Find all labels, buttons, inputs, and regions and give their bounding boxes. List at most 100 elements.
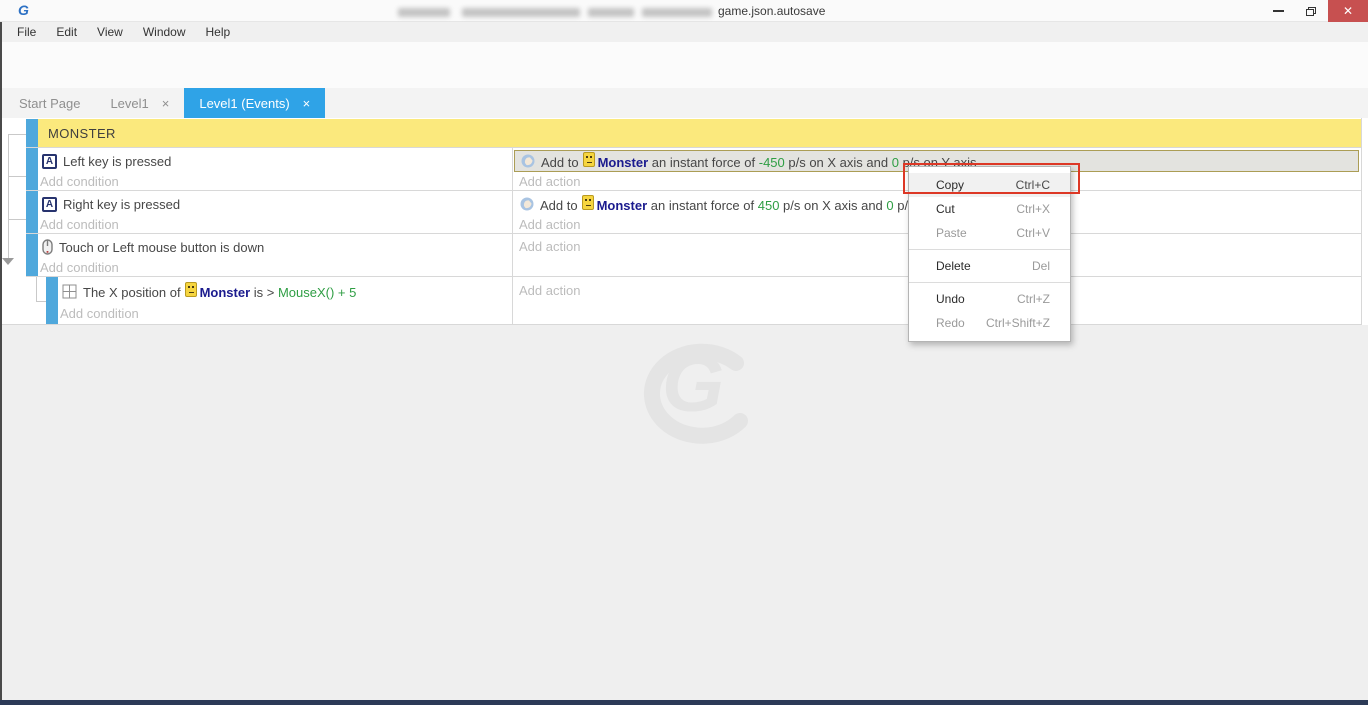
event-group-comment[interactable]: MONSTER — [38, 119, 1361, 147]
minimize-button[interactable] — [1262, 0, 1294, 22]
condition-row[interactable]: Touch or Left mouse button is down — [42, 236, 264, 258]
restore-button[interactable] — [1294, 0, 1328, 22]
condition-text: is > — [250, 285, 278, 300]
action-text: an instant force of — [648, 155, 759, 170]
action-text: Add to — [541, 155, 579, 170]
monster-object-icon — [185, 282, 197, 297]
close-button[interactable]: ✕ — [1328, 0, 1368, 22]
panel-right-border — [1361, 118, 1362, 325]
title-bar: G game.json.autosave ✕ — [0, 0, 1368, 22]
tab-level1-events[interactable]: Level1 (Events) × — [184, 88, 325, 118]
action-value: 0 — [892, 155, 899, 170]
menu-item-shortcut: Del — [1032, 259, 1050, 273]
redacted-title-text — [398, 8, 450, 17]
action-text: Add to — [540, 198, 578, 213]
tree-expand-arrow-icon[interactable] — [2, 258, 14, 265]
keyboard-key-icon: A — [42, 197, 57, 212]
row-divider — [26, 190, 1361, 191]
tab-label: Level1 (Events) — [199, 96, 289, 111]
event-color-bar[interactable] — [26, 191, 38, 233]
event-color-bar[interactable] — [26, 148, 38, 190]
action-text: an instant force of — [647, 198, 758, 213]
add-action-link[interactable]: Add action — [519, 239, 580, 254]
keyboard-key-icon: A — [42, 154, 57, 169]
context-menu-redo[interactable]: Redo Ctrl+Shift+Z — [909, 311, 1070, 335]
row-divider — [26, 233, 1361, 234]
window-left-edge — [0, 22, 2, 705]
column-divider — [512, 147, 513, 324]
event-color-bar[interactable] — [26, 119, 38, 147]
menu-item-label: Undo — [936, 292, 965, 306]
condition-row[interactable]: A Left key is pressed — [42, 150, 171, 172]
add-action-link[interactable]: Add action — [519, 174, 580, 189]
menu-item-shortcut: Ctrl+V — [1016, 226, 1050, 240]
condition-text: The X position of — [83, 285, 181, 300]
tab-level1[interactable]: Level1 × — [95, 88, 184, 118]
menu-item-label: Cut — [936, 202, 955, 216]
window-title: game.json.autosave — [718, 4, 825, 18]
event-color-bar[interactable] — [46, 277, 58, 324]
menu-file[interactable]: File — [7, 22, 46, 42]
condition-text: Left key is pressed — [63, 154, 171, 169]
svg-text:G: G — [662, 339, 724, 428]
monster-object-icon — [583, 152, 595, 167]
action-value: 450 — [758, 198, 780, 213]
tree-line — [8, 134, 9, 260]
tree-line — [36, 277, 37, 302]
row-divider — [26, 276, 1361, 277]
editor-background: G — [0, 325, 1368, 700]
object-name: Monster — [200, 285, 251, 300]
context-menu-paste[interactable]: Paste Ctrl+V — [909, 221, 1070, 245]
condition-text: Right key is pressed — [63, 197, 180, 212]
events-sheet: MONSTER A Left key is pressed Add condit… — [0, 118, 1368, 325]
menu-separator — [909, 282, 1070, 283]
restore-icon — [1306, 7, 1316, 16]
tab-label: Level1 — [110, 96, 148, 111]
action-row[interactable]: Add to Monster an instant force of 450 p/… — [520, 193, 971, 215]
minimize-icon — [1273, 10, 1284, 12]
action-text: p/s on X axis and — [785, 155, 892, 170]
add-action-link[interactable]: Add action — [519, 283, 580, 298]
condition-row[interactable]: The X position of Monster is > MouseX() +… — [62, 280, 356, 302]
monster-object-icon — [582, 195, 594, 210]
mouse-icon — [42, 239, 53, 255]
tab-start-page[interactable]: Start Page — [4, 88, 95, 118]
action-value: -450 — [759, 155, 785, 170]
tab-close-icon[interactable]: × — [303, 96, 311, 111]
menu-edit[interactable]: Edit — [46, 22, 87, 42]
annotation-highlight — [903, 163, 1080, 194]
condition-text: Touch or Left mouse button is down — [59, 240, 264, 255]
context-menu-cut[interactable]: Cut Ctrl+X — [909, 197, 1070, 221]
action-text: p/s on X axis and — [779, 198, 886, 213]
row-divider — [26, 147, 1361, 148]
add-condition-link[interactable]: Add condition — [40, 217, 119, 232]
menu-item-shortcut: Ctrl+Shift+Z — [986, 316, 1050, 330]
tab-close-icon[interactable]: × — [162, 96, 170, 111]
toolbar — [0, 42, 1368, 88]
event-color-bar[interactable] — [26, 234, 38, 276]
context-menu-undo[interactable]: Undo Ctrl+Z — [909, 287, 1070, 311]
group-title: MONSTER — [48, 126, 116, 141]
tree-line — [8, 176, 26, 177]
menu-separator — [909, 249, 1070, 250]
add-condition-link[interactable]: Add condition — [40, 260, 119, 275]
gdevelop-logo-icon: G — [18, 2, 29, 18]
add-action-link[interactable]: Add action — [519, 217, 580, 232]
context-menu-delete[interactable]: Delete Del — [909, 254, 1070, 278]
add-condition-link[interactable]: Add condition — [60, 306, 139, 321]
tree-line — [36, 301, 46, 302]
menu-view[interactable]: View — [87, 22, 133, 42]
object-name: Monster — [598, 155, 649, 170]
menu-help[interactable]: Help — [196, 22, 241, 42]
menu-bar: File Edit View Window Help — [0, 22, 1368, 42]
redacted-title-text — [462, 8, 580, 17]
tree-line — [8, 134, 26, 135]
menu-window[interactable]: Window — [133, 22, 196, 42]
add-condition-link[interactable]: Add condition — [40, 174, 119, 189]
force-icon — [521, 154, 535, 168]
menu-item-label: Paste — [936, 226, 967, 240]
condition-expression: MouseX() + 5 — [278, 285, 356, 300]
condition-row[interactable]: A Right key is pressed — [42, 193, 180, 215]
menu-item-shortcut: Ctrl+X — [1016, 202, 1050, 216]
object-name: Monster — [597, 198, 648, 213]
